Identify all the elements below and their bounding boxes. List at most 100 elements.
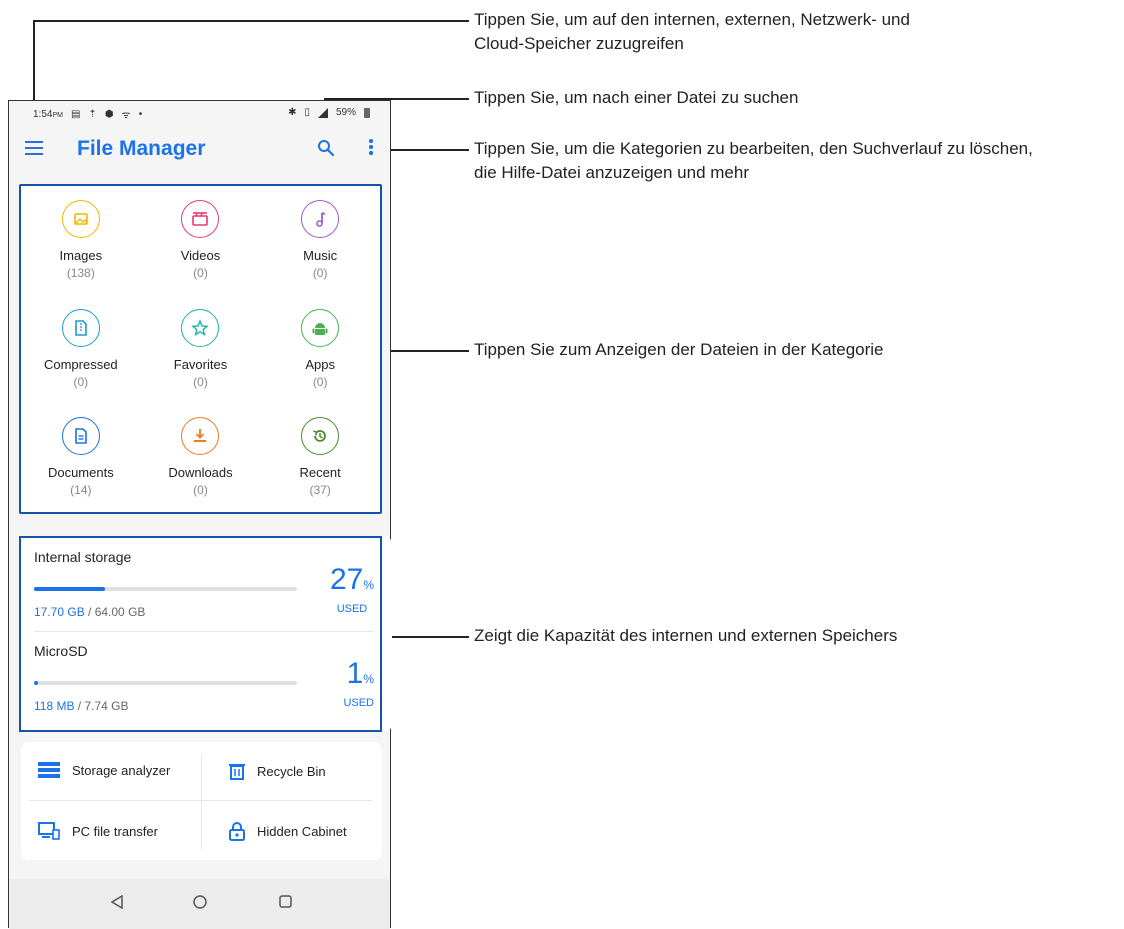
category-images[interactable]: Images (138)	[21, 186, 141, 295]
callout-line-categories	[378, 350, 469, 352]
category-count: (0)	[193, 266, 208, 280]
hidden-cabinet-button[interactable]: Hidden Cabinet	[229, 822, 347, 841]
pc-transfer-icon	[38, 822, 60, 840]
category-music[interactable]: Music (0)	[260, 186, 380, 295]
category-documents[interactable]: Documents (14)	[21, 403, 141, 512]
storage-highlight-frame: Internal storage 17.70 GB / 64.00 GB 27%…	[19, 536, 382, 732]
app-title: File Manager	[77, 137, 206, 160]
storage-name: MicroSD	[34, 643, 88, 659]
storage-used-label: USED	[336, 603, 368, 615]
storage-percent: 27% USED	[330, 563, 374, 615]
callout-more-line1: Tippen Sie, um die Kategorien zu bearbei…	[474, 139, 1033, 158]
category-count: (0)	[73, 374, 89, 389]
clapperboard-icon	[181, 200, 220, 238]
storage-percent-value: 1	[346, 657, 364, 690]
storage-total-amount: / 7.74 GB	[74, 699, 129, 713]
search-icon[interactable]	[317, 139, 335, 157]
categories-card: Images (138) Videos (0) Music (0) Compressed (0…	[19, 184, 382, 514]
tools-vertical-divider	[201, 754, 202, 850]
callout-more: Tippen Sie, um die Kategorien zu bearbei…	[474, 137, 1033, 185]
category-label: Music	[303, 248, 338, 263]
category-label: Apps	[305, 356, 335, 372]
vibrate-icon: ▯	[304, 107, 310, 118]
category-count: (0)	[312, 266, 328, 280]
document-icon	[61, 417, 100, 456]
callout-categories: Tippen Sie zum Anzeigen der Dateien in d…	[474, 340, 884, 359]
callout-search: Tippen Sie, um nach einer Datei zu suche…	[474, 88, 799, 107]
category-count: (37)	[309, 483, 331, 498]
storage-progress-fill	[34, 587, 105, 591]
storage-microsd[interactable]: MicroSD 118 MB / 7.74 GB 1% USED	[34, 643, 374, 721]
message-icon: ▤	[70, 108, 81, 120]
callout-menu-line1: Tippen Sie, um auf den internen, externe…	[474, 10, 910, 29]
image-icon	[61, 200, 100, 238]
storage-percent: 1% USED	[343, 657, 374, 709]
status-ampm: PM	[52, 111, 63, 119]
navigation-bar	[9, 879, 390, 929]
callout-more-line2: die Hilfe-Datei anzuzeigen und mehr	[474, 163, 749, 182]
category-count: (0)	[193, 374, 208, 389]
category-recent[interactable]: Recent (37)	[260, 403, 380, 512]
status-bar-right: ✱ ▯ 59%	[288, 107, 370, 118]
menu-icon[interactable]	[25, 141, 43, 155]
storage-used-label: USED	[343, 697, 374, 709]
pc-file-transfer-label: PC file transfer	[72, 823, 158, 839]
category-label: Images	[59, 248, 103, 263]
category-compressed[interactable]: Compressed (0)	[21, 295, 141, 404]
upload-icon: ⇡	[88, 108, 97, 120]
recents-icon[interactable]	[279, 895, 292, 908]
storage-amount: 17.70 GB / 64.00 GB	[34, 605, 145, 619]
star-icon	[181, 308, 220, 347]
storage-internal[interactable]: Internal storage 17.70 GB / 64.00 GB 27%…	[34, 549, 374, 627]
history-icon	[301, 417, 340, 456]
status-bar: 1:54PM ▤ ⇡ ⬢ ᯤ • ✱ ▯ 59%	[9, 101, 390, 125]
lock-icon	[229, 822, 245, 841]
trash-icon	[229, 764, 245, 780]
status-bar-left: 1:54PM ▤ ⇡ ⬢ ᯤ •	[33, 107, 142, 122]
category-label: Recent	[299, 465, 341, 481]
more-options-icon[interactable]	[368, 139, 374, 157]
android-icon	[301, 308, 340, 347]
storage-total-amount: / 64.00 GB	[84, 605, 146, 619]
storage-analyzer-label: Storage analyzer	[72, 762, 171, 778]
category-label: Downloads	[168, 465, 233, 481]
bluetooth-icon: ✱	[288, 107, 297, 118]
storage-amount: 118 MB / 7.74 GB	[34, 699, 129, 713]
storage-analyzer-button[interactable]: Storage analyzer	[38, 762, 170, 778]
storage-progress-fill	[34, 681, 38, 685]
tools-card: Storage analyzer Recycle Bin PC file tra…	[21, 742, 382, 860]
category-count: (0)	[312, 374, 328, 389]
category-label: Videos	[180, 248, 221, 263]
recycle-bin-label: Recycle Bin	[257, 763, 326, 779]
storage-used-amount: 17.70 GB	[34, 605, 85, 619]
category-apps[interactable]: Apps (0)	[260, 295, 380, 404]
wifi-off-icon: ᯤ	[121, 110, 131, 121]
shield-icon: ⬢	[104, 108, 114, 120]
category-downloads[interactable]: Downloads (0)	[141, 403, 261, 512]
callout-line-more	[384, 149, 469, 151]
back-icon[interactable]	[111, 895, 123, 909]
battery-percent: 59%	[335, 107, 356, 118]
tools-horizontal-divider	[29, 800, 372, 801]
category-label: Compressed	[43, 356, 118, 372]
callout-menu-line2: Cloud-Speicher zuzugreifen	[474, 34, 684, 53]
category-favorites[interactable]: Favorites (0)	[141, 295, 261, 404]
category-count: (0)	[193, 483, 208, 498]
status-time: 1:54PM	[33, 109, 63, 120]
storage-percent-sign: %	[363, 672, 374, 686]
category-videos[interactable]: Videos (0)	[141, 186, 261, 295]
home-icon[interactable]	[193, 895, 207, 909]
zip-file-icon	[61, 308, 100, 347]
storage-name: Internal storage	[34, 549, 132, 565]
pc-file-transfer-button[interactable]: PC file transfer	[38, 822, 158, 840]
hidden-cabinet-label: Hidden Cabinet	[257, 824, 347, 839]
callout-line-menu-horizontal	[33, 20, 469, 22]
category-label: Favorites	[173, 356, 228, 372]
status-time-value: 1:54	[33, 108, 53, 120]
recycle-bin-button[interactable]: Recycle Bin	[229, 762, 326, 780]
battery-icon	[364, 107, 370, 118]
storage-percent-sign: %	[363, 578, 374, 592]
storage-progress-bar	[34, 587, 297, 591]
storage-divider	[34, 631, 374, 632]
signal-icon	[317, 107, 328, 118]
